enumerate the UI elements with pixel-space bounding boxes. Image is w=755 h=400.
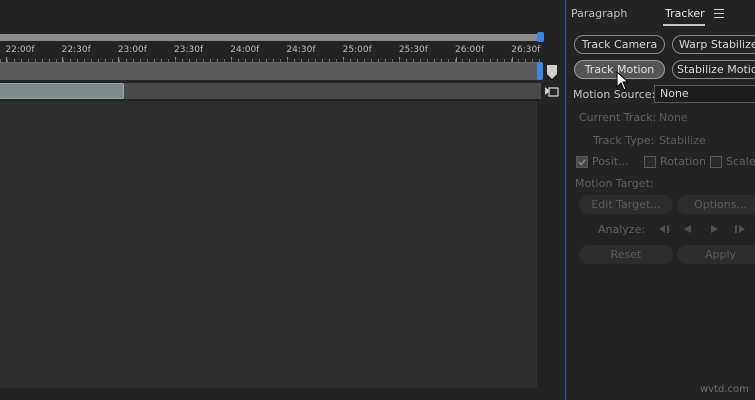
timeline-body[interactable]: [0, 101, 537, 388]
checkmark-icon: [578, 159, 586, 166]
position-checkbox-label: Posit...: [592, 155, 629, 168]
warp-stabilizer-button[interactable]: Warp Stabilizer: [672, 35, 755, 54]
reset-button[interactable]: Reset: [579, 245, 673, 264]
motion-source-label: Motion Source:: [573, 88, 656, 101]
panel-tab-bar: Paragraph Tracker: [566, 0, 755, 28]
ruler-tick-label: 24:00f: [230, 45, 260, 55]
motion-source-value: None: [660, 87, 689, 100]
analyze-backward-icon[interactable]: [680, 222, 696, 236]
motion-target-label: Motion Target:: [575, 177, 654, 190]
active-tab-indicator: [663, 24, 705, 26]
ruler-tick-label: 23:00f: [117, 45, 147, 55]
track-motion-button[interactable]: Track Motion: [574, 60, 665, 79]
apply-button[interactable]: Apply: [677, 245, 755, 264]
analyze-label: Analyze:: [598, 223, 646, 236]
time-navigator-bar[interactable]: [0, 34, 541, 41]
scale-checkbox[interactable]: [710, 156, 722, 168]
current-track-label: Current Track:: [579, 111, 657, 124]
ruler-tick-label: 25:00f: [342, 45, 372, 55]
tab-paragraph[interactable]: Paragraph: [571, 7, 627, 20]
timeline-panel: 22:00f 22:30f 23:00f 23:30f 24:00f 24:30f 25:0…: [0, 0, 565, 400]
work-area-bar[interactable]: [0, 62, 541, 80]
comp-marker-icon[interactable]: [546, 64, 558, 80]
current-track-dropdown[interactable]: None: [659, 111, 688, 124]
motion-track-icon[interactable]: [544, 84, 560, 98]
ruler-tick-label: 22:00f: [5, 45, 35, 55]
time-ruler[interactable]: 22:00f 22:30f 23:00f 23:30f 24:00f 24:30f 25:0…: [0, 42, 541, 62]
tab-tracker[interactable]: Tracker: [665, 7, 705, 20]
ruler-tick-label: 22:30f: [61, 45, 91, 55]
layer-duration-bar[interactable]: [0, 83, 124, 99]
stabilize-motion-button[interactable]: Stabilize Motion: [672, 60, 755, 79]
timeline-side-gutter: [537, 101, 565, 400]
motion-source-dropdown[interactable]: None ⌄: [654, 85, 755, 103]
work-area-end-handle[interactable]: [537, 62, 543, 80]
scale-checkbox-label: Scale: [726, 155, 755, 168]
watermark: wvtd.com: [700, 384, 749, 395]
hamburger-menu-icon[interactable]: [714, 9, 724, 18]
ruler-tick-label: 26:30f: [511, 45, 541, 55]
track-type-label: Track Type:: [593, 134, 655, 147]
ruler-tick-label: 26:00f: [455, 45, 485, 55]
options-button[interactable]: Options...: [677, 195, 755, 214]
ruler-tick-label: 24:30f: [286, 45, 316, 55]
position-checkbox[interactable]: [576, 156, 588, 168]
analyze-1-frame-backward-icon[interactable]: [656, 222, 672, 236]
tracker-panel: Paragraph Tracker Track Camera Warp Stab…: [565, 0, 755, 400]
analyze-1-frame-forward-icon[interactable]: [732, 222, 748, 236]
ruler-tick-label: 25:30f: [398, 45, 428, 55]
edit-target-button[interactable]: Edit Target...: [579, 195, 673, 214]
ruler-tick-label: 23:30f: [174, 45, 204, 55]
rotation-checkbox[interactable]: [644, 156, 656, 168]
track-type-dropdown[interactable]: Stabilize: [659, 134, 706, 147]
analyze-forward-icon[interactable]: [706, 222, 722, 236]
time-navigator-end-handle[interactable]: [537, 32, 544, 42]
rotation-checkbox-label: Rotation: [660, 155, 707, 168]
track-camera-button[interactable]: Track Camera: [574, 35, 665, 54]
